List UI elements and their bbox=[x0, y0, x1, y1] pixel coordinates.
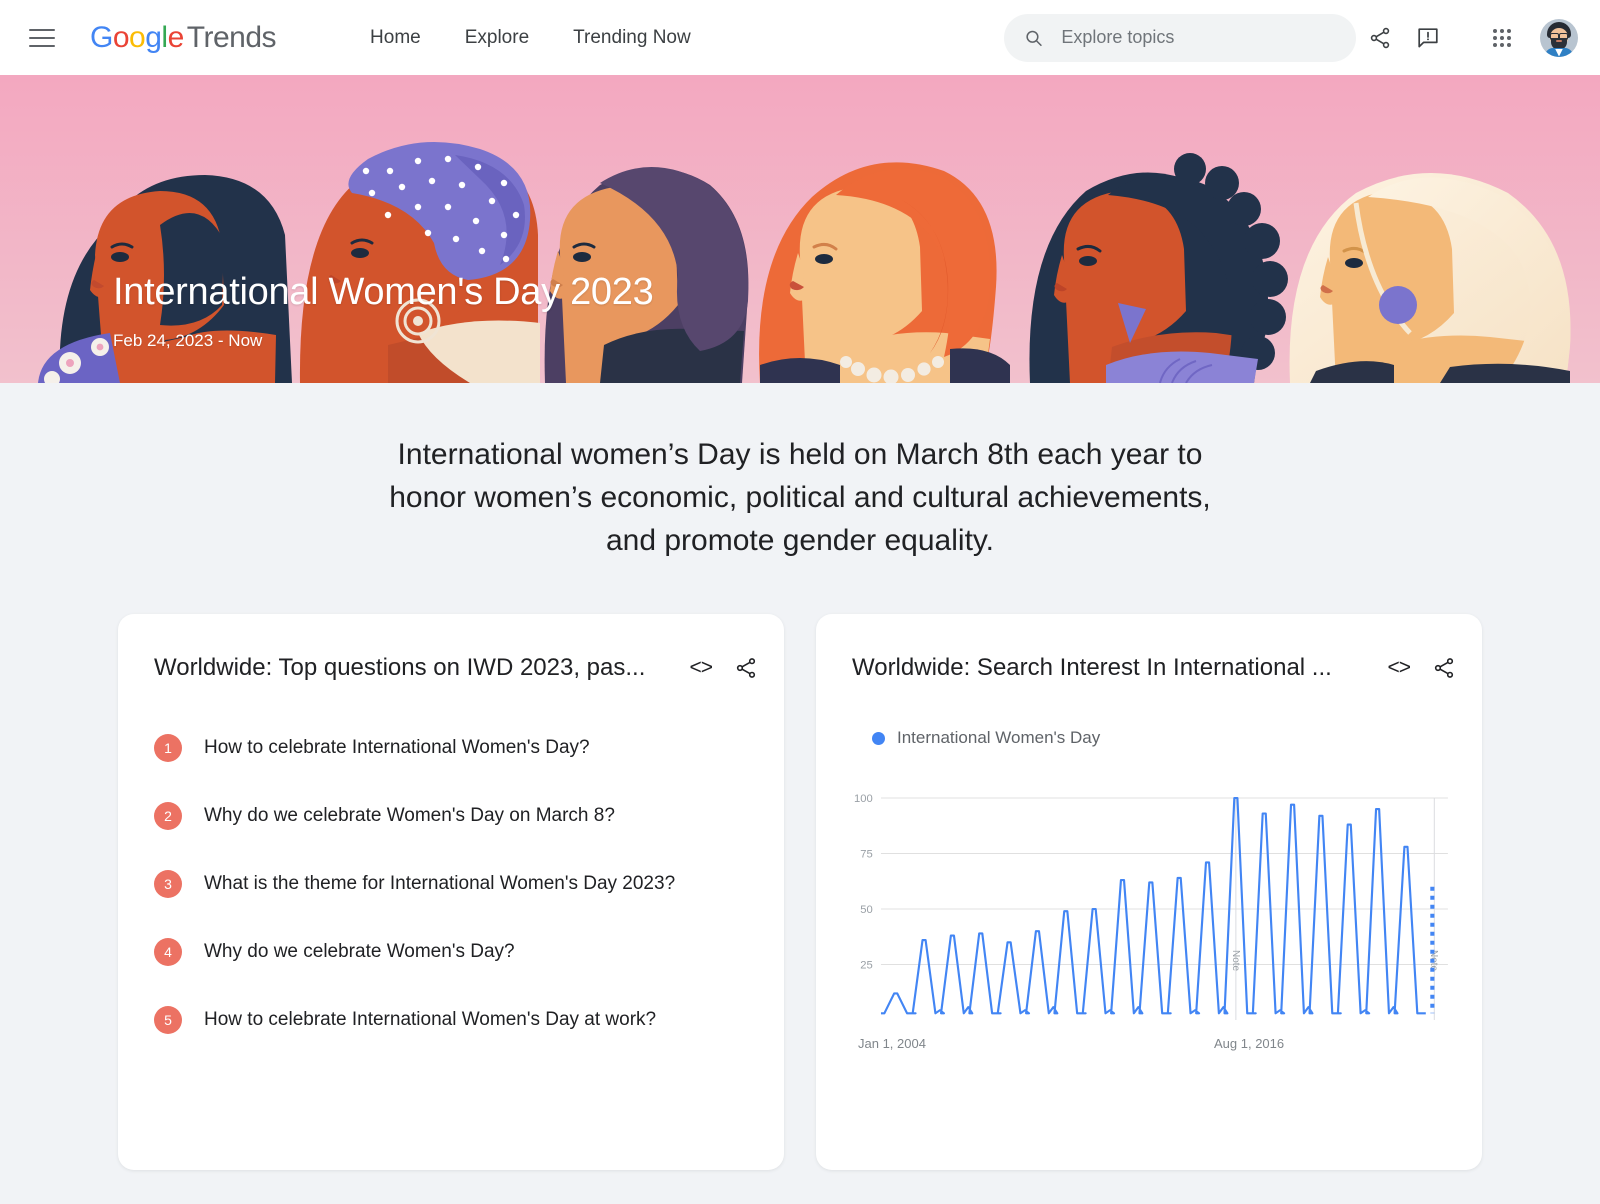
nav-item-home[interactable]: Home bbox=[348, 17, 443, 59]
card-header: Worldwide: Top questions on IWD 2023, pa… bbox=[118, 614, 784, 682]
list-item[interactable]: 3 What is the theme for International Wo… bbox=[154, 870, 748, 898]
question-text: Why do we celebrate Women's Day on March… bbox=[204, 805, 615, 826]
y-tick-label: 50 bbox=[860, 904, 873, 916]
chart-legend: International Women's Day bbox=[816, 682, 1482, 748]
search-bar[interactable] bbox=[1004, 13, 1356, 62]
nav-item-trending-now[interactable]: Trending Now bbox=[551, 17, 713, 59]
share-icon bbox=[1370, 27, 1390, 48]
chart-series-line bbox=[880, 796, 1426, 1015]
share-icon[interactable] bbox=[734, 656, 758, 680]
description-paragraph: International women’s Day is held on Mar… bbox=[0, 433, 1600, 562]
menu-icon-bar bbox=[29, 36, 55, 39]
search-interest-chart[interactable]: 25 50 75 100 Note Note bbox=[838, 792, 1452, 1032]
grid-dot bbox=[1507, 42, 1511, 47]
description-line-1: International women’s Day is held on Mar… bbox=[397, 438, 1203, 471]
rank-badge: 1 bbox=[154, 734, 182, 762]
grid-dot bbox=[1500, 28, 1504, 33]
chart-y-tick-labels: 25 50 75 100 bbox=[854, 793, 873, 971]
logo-letter: e bbox=[167, 20, 185, 54]
hero-banner: International Women's Day 2023 Feb 24, 2… bbox=[0, 75, 1600, 383]
rank-badge: 5 bbox=[154, 1006, 182, 1034]
list-item[interactable]: 4 Why do we celebrate Women's Day? bbox=[154, 938, 748, 966]
nav-item-explore[interactable]: Explore bbox=[443, 17, 551, 59]
chart-x-axis: Jan 1, 2004 Aug 1, 2016 bbox=[838, 1036, 1452, 1058]
grid-dot bbox=[1507, 35, 1511, 40]
description-line-3: and promote gender equality. bbox=[605, 524, 995, 557]
grid-dot bbox=[1507, 28, 1511, 33]
avatar-mouth bbox=[1556, 39, 1562, 42]
menu-icon-bar bbox=[29, 44, 55, 47]
rank-badge: 2 bbox=[154, 802, 182, 830]
legend-label: International Women's Day bbox=[897, 728, 1101, 747]
questions-list: 1 How to celebrate International Women's… bbox=[118, 682, 784, 1034]
question-text: How to celebrate International Women's D… bbox=[204, 737, 590, 758]
cards-row: Worldwide: Top questions on IWD 2023, pa… bbox=[0, 614, 1600, 1170]
avatar-glasses bbox=[1550, 32, 1568, 40]
grid-dot bbox=[1493, 42, 1497, 47]
logo-letter: g bbox=[145, 20, 162, 54]
search-interest-card: Worldwide: Search Interest In Internatio… bbox=[816, 614, 1482, 1170]
note-marker-label[interactable]: Note bbox=[1230, 950, 1241, 971]
feedback-icon bbox=[1418, 27, 1438, 47]
y-tick-label: 100 bbox=[854, 793, 873, 805]
y-tick-label: 25 bbox=[860, 960, 873, 972]
card-header: Worldwide: Search Interest In Internatio… bbox=[816, 614, 1482, 682]
apps-button[interactable] bbox=[1478, 14, 1526, 62]
legend-color-dot bbox=[872, 731, 885, 745]
search-icon bbox=[1026, 30, 1042, 46]
card-actions: <> bbox=[1387, 656, 1456, 680]
embed-code-icon[interactable]: <> bbox=[1387, 656, 1411, 680]
card-actions: <> bbox=[689, 656, 758, 680]
question-text: Why do we celebrate Women's Day? bbox=[204, 941, 515, 962]
question-text: What is the theme for International Wome… bbox=[204, 873, 676, 894]
logo-trends-text: Trends bbox=[186, 20, 277, 54]
chart-svg: 255075100 Note Note bbox=[854, 793, 1452, 1032]
grid-dot bbox=[1493, 35, 1497, 40]
hero-date-range: Feb 24, 2023 - Now bbox=[113, 331, 263, 350]
apps-grid-icon bbox=[1493, 28, 1511, 47]
description-line-2: honor women’s economic, political and cu… bbox=[389, 481, 1211, 514]
question-text: How to celebrate International Women's D… bbox=[204, 1009, 657, 1030]
share-icon[interactable] bbox=[1432, 656, 1456, 680]
menu-icon-bar bbox=[29, 28, 55, 31]
google-trends-logo[interactable]: Go o g l e Trends bbox=[90, 20, 277, 55]
share-button[interactable] bbox=[1356, 14, 1404, 62]
list-item[interactable]: 1 How to celebrate International Women's… bbox=[154, 734, 748, 762]
menu-icon[interactable] bbox=[24, 20, 60, 56]
rank-badge: 4 bbox=[154, 938, 182, 966]
page-description: International women’s Day is held on Mar… bbox=[0, 383, 1600, 562]
logo-letter: o bbox=[129, 20, 146, 54]
x-tick-label: Aug 1, 2016 bbox=[1214, 1036, 1285, 1051]
x-tick-label: Jan 1, 2004 bbox=[858, 1036, 926, 1051]
hero-title: International Women's Day 2023 bbox=[113, 271, 654, 313]
feedback-button[interactable] bbox=[1404, 14, 1452, 62]
list-item[interactable]: 2 Why do we celebrate Women's Day on Mar… bbox=[154, 802, 748, 830]
grid-dot bbox=[1493, 28, 1497, 33]
search-input[interactable] bbox=[1061, 27, 1336, 48]
card-title: Worldwide: Top questions on IWD 2023, pa… bbox=[154, 654, 646, 681]
embed-code-icon[interactable]: <> bbox=[689, 656, 713, 680]
card-title: Worldwide: Search Interest In Internatio… bbox=[852, 654, 1332, 681]
app-header: Go o g l e Trends Home Explore Trending Now bbox=[0, 0, 1600, 75]
logo-letter: G bbox=[90, 20, 113, 54]
primary-nav: Home Explore Trending Now bbox=[348, 17, 713, 59]
avatar[interactable] bbox=[1540, 18, 1578, 57]
grid-dot bbox=[1500, 35, 1504, 40]
list-item[interactable]: 5 How to celebrate International Women's… bbox=[154, 1006, 748, 1034]
grid-dot bbox=[1500, 42, 1504, 47]
top-questions-card: Worldwide: Top questions on IWD 2023, pa… bbox=[118, 614, 784, 1170]
chart-gridlines bbox=[881, 798, 1448, 965]
y-tick-label: 75 bbox=[860, 849, 873, 861]
header-right-group bbox=[1004, 13, 1578, 62]
logo-letter: o bbox=[112, 20, 130, 54]
rank-badge: 3 bbox=[154, 870, 182, 898]
